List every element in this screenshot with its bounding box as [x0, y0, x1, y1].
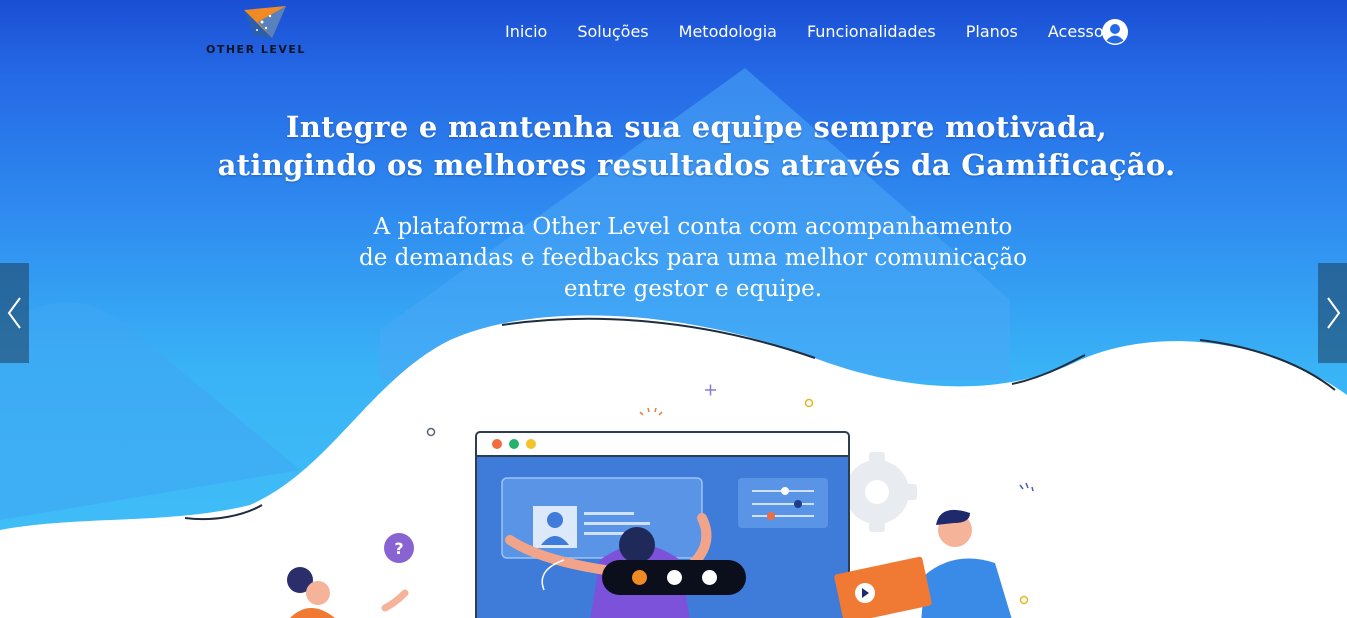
chevron-left-icon	[7, 297, 21, 329]
chevron-right-icon	[1326, 297, 1340, 329]
nav-item-planos[interactable]: Planos	[966, 21, 1018, 43]
hero-banner: ?	[0, 0, 1347, 618]
carousel-dot-1[interactable]	[631, 570, 647, 585]
carousel-indicators	[602, 560, 746, 595]
nav-item-inicio[interactable]: Inicio	[505, 21, 547, 43]
hero-subtitle: A plataforma Other Level conta com acomp…	[0, 212, 1347, 305]
carousel-next-button[interactable]	[1318, 263, 1347, 363]
carousel-dot-2[interactable]	[666, 570, 682, 585]
nav-item-solucoes[interactable]: Soluções	[577, 21, 648, 43]
svg-text:?: ?	[394, 539, 403, 558]
hero-headline-line-1: Integre e mantenha sua equipe sempre mot…	[285, 110, 1108, 144]
main-menu: Inicio Soluções Metodologia Funcionalida…	[505, 21, 1134, 43]
brand-logo-text: OTHER LEVEL	[206, 43, 306, 56]
nav-item-metodologia[interactable]: Metodologia	[679, 21, 777, 43]
hero-subtitle-line-1: A plataforma Other Level conta com acomp…	[373, 214, 1013, 240]
nav-item-funcionalidades[interactable]: Funcionalidades	[807, 21, 936, 43]
nav-item-acesso[interactable]: Acesso	[1048, 21, 1104, 43]
top-navigation: OTHER LEVEL Inicio Soluções Metodologia …	[0, 0, 1347, 64]
hero-subtitle-line-3: entre gestor e equipe.	[563, 276, 823, 302]
user-account-icon[interactable]	[1101, 18, 1129, 46]
hero-headline-line-2: atingindo os melhores resultados através…	[217, 148, 1176, 182]
user-circle-icon	[1102, 19, 1128, 45]
hero-headline: Integre e mantenha sua equipe sempre mot…	[0, 108, 1347, 184]
hero-background-illustration: ?	[0, 68, 1347, 618]
hero-subtitle-line-2: de demandas e feedbacks para uma melhor …	[358, 245, 1027, 271]
carousel-dot-3[interactable]	[701, 570, 717, 585]
carousel-prev-button[interactable]	[0, 263, 29, 363]
